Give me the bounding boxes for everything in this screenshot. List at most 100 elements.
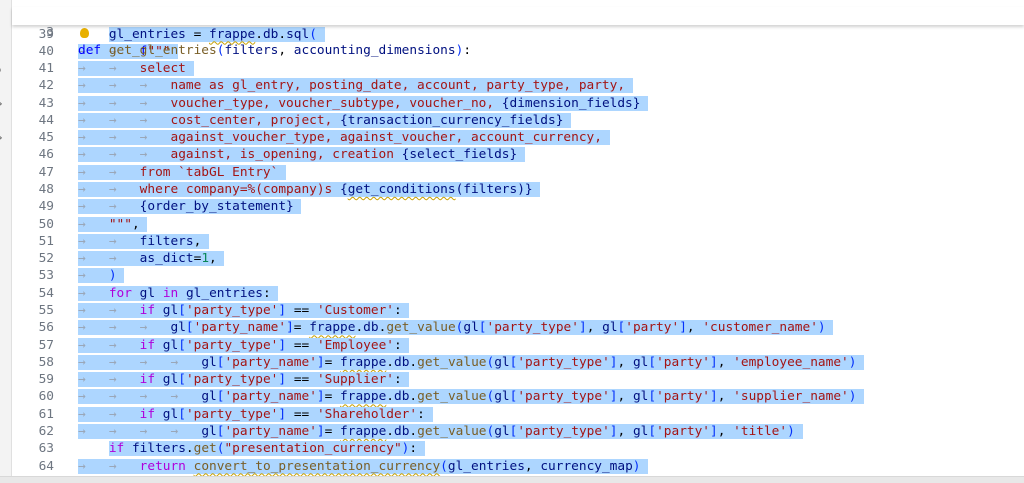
circle-arrow-icon[interactable]: ◉ bbox=[0, 64, 6, 76]
code-token: . bbox=[409, 389, 418, 405]
chevron-right-icon[interactable]: › bbox=[0, 132, 9, 144]
code-token: . bbox=[386, 354, 394, 370]
code-text: → → → → gl['party_name']= frappe.db.get_… bbox=[78, 354, 865, 371]
tab-marker: → bbox=[78, 320, 109, 336]
code-token: gl bbox=[494, 423, 510, 439]
code-token: against, is_opening, creation bbox=[170, 147, 402, 163]
tab-marker: → bbox=[78, 337, 109, 353]
code-token: 'party' bbox=[656, 423, 711, 439]
code-token: : bbox=[393, 337, 402, 353]
code-token: gl bbox=[201, 354, 217, 370]
sticky-scroll-header[interactable]: 3 def get_gl_entries(filters, accounting… bbox=[12, 7, 1024, 58]
code-token: ) bbox=[848, 389, 857, 405]
code-line: 48 → → where company=%(company)s {get_con… bbox=[12, 181, 1024, 198]
code-token: ) bbox=[632, 458, 641, 474]
code-text: → → → cost_center, project, {transaction… bbox=[78, 112, 572, 129]
tab-marker: → bbox=[108, 78, 140, 94]
chevron-right-icon[interactable]: › bbox=[0, 98, 9, 110]
code-token: , bbox=[717, 389, 734, 405]
code-token: filters bbox=[224, 42, 279, 58]
code-token: , bbox=[686, 320, 703, 336]
code-line: 49 → → {order_by_statement} bbox=[12, 198, 1024, 215]
code-token: ] bbox=[278, 406, 287, 422]
code-token: : bbox=[409, 441, 418, 457]
tab-marker: → bbox=[108, 164, 140, 180]
tab-marker: → bbox=[108, 320, 140, 336]
code-token: ( bbox=[309, 26, 317, 42]
code-token: == bbox=[286, 337, 317, 353]
code-token: gl bbox=[170, 320, 186, 336]
code-token: , bbox=[193, 233, 202, 249]
tab-marker: → bbox=[139, 147, 171, 163]
code-token: convert_to_presentation_currency bbox=[193, 458, 441, 474]
line-number: 55 bbox=[38, 302, 54, 318]
code-token: {order_by_statement} bbox=[139, 199, 294, 215]
tab-marker: → bbox=[78, 147, 109, 163]
sticky-code: def get_gl_entries(filters, accounting_d… bbox=[78, 42, 471, 59]
tab-marker: → bbox=[108, 423, 140, 439]
code-token: get_value bbox=[417, 423, 487, 439]
code-token: { bbox=[339, 182, 348, 198]
code-line: 50 → """, bbox=[12, 216, 1024, 233]
line-number: 47 bbox=[38, 164, 54, 180]
code-token: = bbox=[324, 423, 341, 439]
code-token: [ bbox=[178, 372, 186, 388]
code-token: gl bbox=[139, 285, 156, 301]
code-token: as_dict bbox=[139, 251, 194, 267]
tab-marker: → bbox=[78, 182, 109, 198]
tab-marker: → bbox=[108, 147, 140, 163]
code-text: → → → gl['party_name']= frappe.db.get_va… bbox=[78, 319, 834, 336]
code-token: == bbox=[286, 406, 317, 422]
code-token: = bbox=[324, 389, 341, 405]
code-token: gl bbox=[632, 354, 649, 370]
code-editor[interactable]: 39 gl_entries = frappe.db.sql( 40 → → f""… bbox=[12, 0, 1024, 477]
code-token: ] bbox=[710, 354, 718, 370]
code-text: → → filters, bbox=[78, 233, 210, 250]
code-token: ] bbox=[578, 320, 587, 336]
code-line: 53 → ) bbox=[12, 267, 1024, 284]
code-token: 'party' bbox=[656, 354, 711, 370]
selection: → → {order_by_statement} bbox=[78, 199, 302, 215]
line-number: 48 bbox=[38, 182, 54, 198]
tab-marker: → bbox=[78, 406, 109, 422]
code-token: db bbox=[394, 354, 410, 370]
code-token: == bbox=[286, 372, 317, 388]
code-token: . bbox=[386, 389, 394, 405]
code-text: → """, bbox=[78, 216, 148, 233]
code-token: db bbox=[262, 26, 279, 42]
code-token: . bbox=[255, 26, 263, 42]
code-line: 61 → → if gl['party_type'] == 'Shareholde… bbox=[12, 406, 1024, 423]
code-token: , bbox=[617, 389, 633, 405]
code-token: if bbox=[139, 302, 156, 318]
code-token: = bbox=[293, 320, 310, 336]
code-token: ) bbox=[108, 268, 117, 284]
code-token: def bbox=[78, 42, 102, 58]
tab-marker: → bbox=[78, 216, 109, 232]
code-token: . bbox=[278, 26, 287, 42]
horizontal-scrollbar[interactable] bbox=[0, 476, 1024, 483]
code-token: get bbox=[193, 441, 217, 457]
selection: → → → → gl['party_name']= frappe.db.get_… bbox=[78, 423, 803, 439]
code-token: 'party_type' bbox=[517, 354, 610, 370]
line-number: 46 bbox=[38, 147, 54, 163]
line-number: 3 bbox=[46, 25, 54, 41]
code-token: [ bbox=[185, 320, 194, 336]
code-token: 1 bbox=[201, 251, 210, 267]
code-token: = bbox=[324, 354, 341, 370]
tab-marker: → bbox=[170, 389, 202, 405]
tab-marker: → bbox=[108, 61, 140, 77]
line-number: 53 bbox=[38, 268, 54, 284]
tab-marker: → bbox=[108, 389, 140, 405]
code-token: 'Employee' bbox=[316, 337, 394, 353]
tab-marker: → bbox=[78, 354, 109, 370]
tab-marker: → bbox=[170, 423, 202, 439]
tab-marker: → bbox=[139, 95, 171, 111]
line-number: 58 bbox=[38, 354, 54, 370]
code-text: → → if gl['party_type'] == 'Shareholder'… bbox=[78, 406, 433, 423]
code-line: 58 → → → → gl['party_name']= frappe.db.ge… bbox=[12, 354, 1024, 371]
selection: → → return convert_to_presentation_curre… bbox=[78, 458, 649, 474]
code-token: db bbox=[363, 320, 379, 336]
